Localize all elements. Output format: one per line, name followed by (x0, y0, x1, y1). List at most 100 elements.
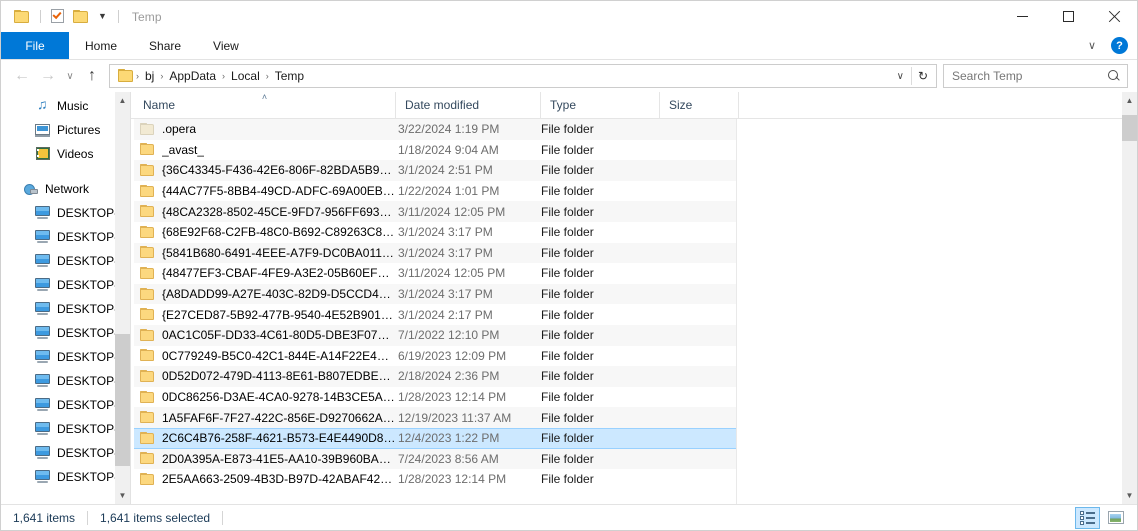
sidebar-item-desktop-jm[interactable]: DESKTOP-JM (1, 369, 130, 393)
address-dropdown-icon[interactable]: ∨ (890, 71, 911, 82)
address-bar-row: ← → ∨ ↑ › bj › AppData › Local › Temp ∨ … (1, 60, 1137, 92)
sidebar-item-label: Pictures (57, 123, 101, 137)
breadcrumb-item-appdata[interactable]: AppData (165, 67, 220, 85)
new-folder-button[interactable] (69, 8, 93, 26)
scroll-up-icon[interactable]: ▲ (115, 92, 130, 109)
navigation-scrollbar[interactable]: ▲ ▼ (115, 92, 130, 504)
table-row[interactable]: .opera 3/22/2024 1:19 PM File folder (134, 119, 736, 140)
table-row[interactable]: {68E92F68-C2FB-48C0-B692-C89263C8C7... 3/… (134, 222, 736, 243)
tab-home[interactable]: Home (69, 32, 133, 59)
folder-icon (140, 431, 155, 445)
table-row[interactable]: {48477EF3-CBAF-4FE9-A3E2-05B60EF6A4... 3/… (134, 263, 736, 284)
sidebar-item-desktop-7m[interactable]: DESKTOP-7M (1, 297, 130, 321)
sidebar-item-pictures[interactable]: Pictures (1, 118, 130, 142)
file-list-scrollbar[interactable]: ▲ ▼ (1122, 92, 1137, 504)
cell-date-modified: 12/19/2023 11:37 AM (398, 410, 512, 425)
back-button[interactable]: ← (9, 63, 35, 89)
cell-name: 0C779249-B5C0-42C1-844E-A14F22E4E653 (134, 349, 396, 363)
sidebar-item-desktop-oa[interactable]: DESKTOP-OA (1, 417, 130, 441)
file-name-label: {48CA2328-8502-45CE-9FD7-956FF693C7... (162, 204, 396, 219)
scroll-track[interactable] (115, 109, 130, 487)
cell-name: {E27CED87-5B92-477B-9540-4E52B90154E... (134, 308, 396, 322)
sidebar-item-videos[interactable]: Videos (1, 142, 130, 166)
table-row[interactable]: {36C43345-F436-42E6-806F-82BDA5B96C... 3/… (134, 160, 736, 181)
toolbar-divider-2 (117, 10, 119, 23)
table-row[interactable]: 2D0A395A-E873-41E5-AA10-39B960BAB5... 7/2… (134, 448, 736, 470)
forward-button[interactable]: → (35, 63, 61, 89)
chevron-down-icon[interactable]: ∨ (1082, 37, 1102, 54)
tab-view[interactable]: View (197, 32, 255, 59)
file-name-label: {E27CED87-5B92-477B-9540-4E52B90154E... (162, 307, 396, 322)
table-row[interactable]: _avast_ 1/18/2024 9:04 AM File folder (134, 140, 736, 161)
file-list: .opera 3/22/2024 1:19 PM File folder _avast… (134, 119, 1137, 490)
sidebar-item-desktop-fu[interactable]: DESKTOP-FU (1, 345, 130, 369)
table-row[interactable]: {E27CED87-5B92-477B-9540-4E52B90154E... 3… (134, 304, 736, 325)
table-row[interactable]: 0D52D072-479D-4113-8E61-B807EDBE98F3 2/18… (134, 366, 736, 387)
cell-date-modified: 3/22/2024 1:19 PM (398, 122, 500, 137)
close-button[interactable] (1091, 1, 1137, 32)
scroll-thumb[interactable] (115, 334, 130, 466)
cell-type: File folder (541, 142, 594, 157)
sidebar-item-desktop-0it[interactable]: DESKTOP-0IT (1, 201, 130, 225)
large-icons-view-button[interactable] (1103, 507, 1128, 529)
table-row[interactable]: 0DC86256-D3AE-4CA0-9278-14B3CE5AF6... 1/2… (134, 387, 736, 408)
table-row[interactable]: 2E5AA663-2509-4B3D-B97D-42ABAF42BF... 1/2… (134, 469, 736, 490)
maximize-button[interactable] (1045, 1, 1091, 32)
ribbon-right-controls: ∨ ? (1082, 32, 1137, 59)
column-header-size[interactable]: Size (660, 92, 739, 118)
scroll-track[interactable] (1122, 109, 1137, 487)
table-row[interactable]: 0AC1C05F-DD33-4C61-80D5-DBE3F07BE... 7/1/… (134, 324, 736, 346)
refresh-button[interactable]: ↻ (912, 69, 934, 83)
cell-type: File folder (541, 431, 594, 446)
search-box[interactable]: Search Temp (943, 64, 1128, 88)
sidebar-item-desktop-th[interactable]: DESKTOP-TH (1, 441, 130, 465)
cell-type: File folder (541, 472, 594, 487)
cell-type: File folder (541, 410, 594, 425)
table-row[interactable]: {A8DADD99-A27E-403C-82D9-D5CCD458... 3/1/… (134, 283, 736, 305)
recent-locations-button[interactable]: ∨ (61, 63, 79, 89)
cell-type: File folder (541, 163, 594, 178)
sidebar-item-desktop-7j6[interactable]: DESKTOP-7J6 (1, 273, 130, 297)
sidebar-item-desktop-0n[interactable]: DESKTOP-0N (1, 225, 130, 249)
table-row[interactable]: 0C779249-B5C0-42C1-844E-A14F22E4E653 6/19… (134, 346, 736, 367)
table-row[interactable]: 2C6C4B76-258F-4621-B573-E4E4490D8394 12/4… (134, 427, 736, 449)
cell-type: File folder (541, 266, 594, 281)
breadcrumb-item-local[interactable]: Local (227, 67, 264, 85)
column-header-name[interactable]: ˄ Name (134, 92, 396, 118)
scroll-down-icon[interactable]: ▼ (1122, 487, 1137, 504)
tab-share[interactable]: Share (133, 32, 197, 59)
sidebar-item-network[interactable]: Network (1, 177, 130, 201)
computer-icon (35, 349, 51, 365)
sidebar-item-music[interactable]: Music (1, 94, 130, 118)
quick-access-folder-button[interactable] (10, 8, 34, 26)
breadcrumb-item-temp[interactable]: Temp (271, 67, 308, 85)
properties-button[interactable] (47, 7, 69, 26)
table-row[interactable]: {44AC77F5-8BB4-49CD-ADFC-69A00EB2... 1/22… (134, 181, 736, 202)
sidebar-item-desktop-ui6[interactable]: DESKTOP-UI6 (1, 465, 130, 489)
sidebar-item-desktop-joi[interactable]: DESKTOP-JOI (1, 393, 130, 417)
network-icon (23, 181, 39, 197)
breadcrumb-item-bj[interactable]: bj (141, 67, 158, 85)
details-view-button[interactable] (1075, 506, 1100, 529)
column-header-type[interactable]: Type (541, 92, 660, 118)
minimize-button[interactable] (999, 1, 1045, 32)
address-bar[interactable]: › bj › AppData › Local › Temp ∨ ↻ (109, 64, 937, 88)
help-button[interactable]: ? (1111, 37, 1128, 54)
column-header-label: Type (550, 98, 577, 112)
cell-name: 0D52D072-479D-4113-8E61-B807EDBE98F3 (134, 369, 396, 383)
folder-icon (140, 163, 155, 177)
search-input[interactable]: Search Temp (952, 69, 1108, 83)
customize-chevron-icon[interactable]: ▼ (93, 12, 112, 21)
table-row[interactable]: {5841B680-6491-4EEE-A7F9-DC0BA01128... 3/… (134, 242, 736, 264)
column-header-date-modified[interactable]: Date modified (396, 92, 541, 118)
scroll-up-icon[interactable]: ▲ (1122, 92, 1137, 109)
table-row[interactable]: 1A5FAF6F-7F27-422C-856E-D9270662A2C7 12/1… (134, 407, 736, 428)
sidebar-item-desktop-dje[interactable]: DESKTOP-DJE (1, 321, 130, 345)
table-row[interactable]: {48CA2328-8502-45CE-9FD7-956FF693C7... 3/… (134, 201, 736, 222)
scroll-thumb[interactable] (1122, 115, 1137, 141)
tab-file[interactable]: File (1, 32, 69, 59)
sidebar-item-desktop-3ll[interactable]: DESKTOP-3LL (1, 249, 130, 273)
up-button[interactable]: ↑ (79, 63, 105, 89)
scroll-down-icon[interactable]: ▼ (115, 487, 130, 504)
